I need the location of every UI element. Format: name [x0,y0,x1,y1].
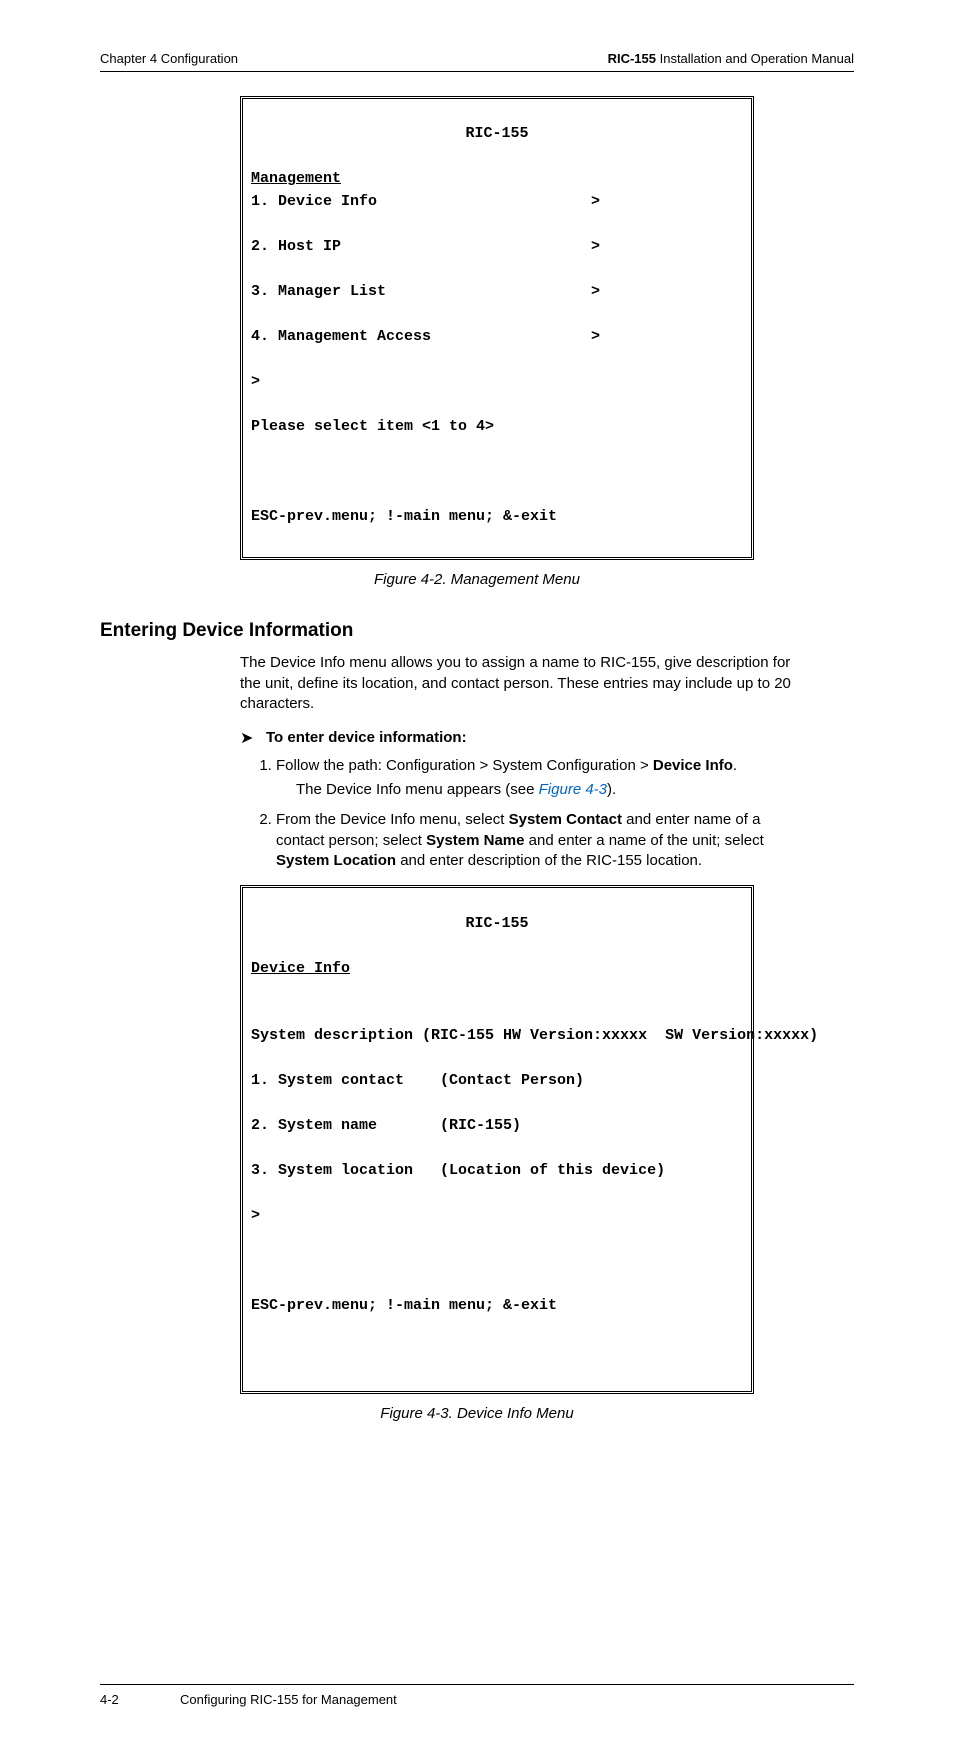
menu-item: 2. Host IP> [251,236,743,259]
terminal-device-info-menu: RIC-155 Device Info System description (… [240,885,754,1394]
terminal-management-menu: RIC-155 Management 1. Device Info> 2. Ho… [240,96,754,560]
terminal-line: System description (RIC-155 HW Version:x… [251,1025,743,1048]
figure-caption: Figure 4-2. Management Menu [100,570,854,590]
header-left: Chapter 4 Configuration [100,50,238,68]
step: From the Device Info menu, select System… [276,810,794,871]
footer-text: Configuring RIC-155 for Management [180,1691,397,1709]
terminal-footer: ESC-prev.menu; !-main menu; &-exit [251,506,743,529]
terminal-title: RIC-155 [251,123,743,146]
terminal-line: 2. System name (RIC-155) [251,1115,743,1138]
page-number: 4-2 [100,1691,180,1709]
page-header: Chapter 4 Configuration RIC-155 Installa… [100,50,854,72]
header-right: RIC-155 Installation and Operation Manua… [608,50,854,68]
terminal-line: 3. System location (Location of this dev… [251,1160,743,1183]
terminal-title: RIC-155 [251,913,743,936]
terminal-line: 1. System contact (Contact Person) [251,1070,743,1093]
section-heading: Entering Device Information [100,618,854,644]
terminal-section: Device Info [251,960,350,977]
arrow-icon: ➤ [240,728,266,750]
menu-item: 1. Device Info> [251,191,743,214]
procedure-steps: Follow the path: Configuration > System … [276,756,794,871]
menu-item: 4. Management Access> [251,326,743,349]
paragraph: The Device Info menu allows you to assig… [240,653,794,714]
terminal-prompt: > [251,1205,743,1228]
figure-caption: Figure 4-3. Device Info Menu [100,1404,854,1424]
figure-link[interactable]: Figure 4-3 [539,781,607,798]
terminal-footer: ESC-prev.menu; !-main menu; &-exit [251,1295,743,1318]
terminal-prompt: > [251,371,743,394]
terminal-select-line: Please select item <1 to 4> [251,416,743,439]
procedure-heading: ➤ To enter device information: [240,728,794,750]
terminal-section: Management [251,170,341,187]
page-footer: 4-2 Configuring RIC-155 for Management [100,1684,854,1709]
menu-item: 3. Manager List> [251,281,743,304]
step: Follow the path: Configuration > System … [276,756,794,801]
